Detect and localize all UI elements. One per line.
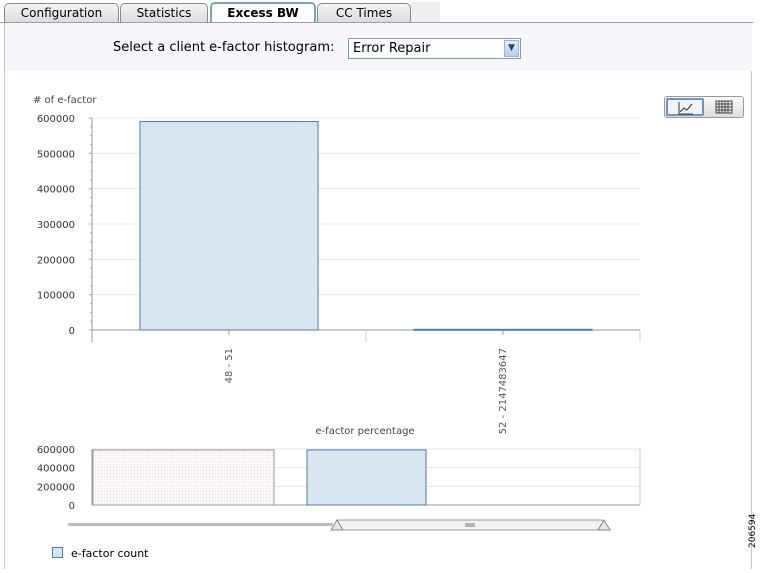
y-tick-label: 300000 bbox=[37, 220, 75, 231]
bar-1 bbox=[139, 121, 319, 331]
tab-bar-filler bbox=[411, 2, 440, 22]
overview-bar-1 bbox=[92, 449, 275, 506]
overview-bar-2 bbox=[306, 449, 427, 506]
histogram-selector-label: Select a client e-factor histogram: bbox=[113, 40, 335, 55]
overview-y-tick-label: 0 bbox=[69, 501, 75, 512]
y-tick-label: 600000 bbox=[37, 114, 75, 125]
legend-swatch bbox=[52, 547, 63, 558]
x-tick-label: 48 - 51 bbox=[224, 348, 235, 383]
overview-title: e-factor percentage bbox=[315, 426, 414, 437]
histogram-select[interactable]: Error Repair ▼ bbox=[348, 38, 521, 59]
y-tick-label: 0 bbox=[69, 326, 75, 337]
chevron-down-icon[interactable]: ▼ bbox=[504, 40, 519, 57]
view-toggle bbox=[664, 96, 744, 118]
table-view-button[interactable] bbox=[706, 98, 744, 116]
y-tick-label: 400000 bbox=[37, 185, 75, 196]
tab-cc-times[interactable]: CC Times bbox=[317, 3, 411, 22]
y-tick-label: 100000 bbox=[37, 291, 75, 302]
tab-excess-bw[interactable]: Excess BW bbox=[210, 2, 316, 23]
histogram-chart: # of e-factor 0 100000 200000 300000 400000 50… bbox=[33, 95, 641, 531]
x-tick-label: 52 - 2147483647 bbox=[498, 348, 509, 434]
line-chart-icon bbox=[678, 102, 693, 115]
line-chart-view-button[interactable] bbox=[666, 98, 704, 116]
figure-id: 206594 bbox=[748, 513, 758, 548]
overview-y-tick-label: 600000 bbox=[37, 445, 75, 456]
legend-label: e-factor count bbox=[71, 547, 149, 560]
y-axis-label: # of e-factor bbox=[33, 95, 97, 106]
slider-track bbox=[68, 523, 333, 526]
overview-y-tick-label: 200000 bbox=[37, 482, 75, 493]
tab-configuration[interactable]: Configuration bbox=[4, 3, 119, 22]
tab-bar: Configuration Statistics Excess BW CC Ti… bbox=[0, 0, 440, 23]
chart-area: # of e-factor 0 100000 200000 300000 400000 50… bbox=[5, 71, 752, 569]
table-icon bbox=[715, 100, 733, 114]
y-tick-label: 500000 bbox=[37, 149, 75, 160]
y-tick-label: 200000 bbox=[37, 255, 75, 266]
overview-y-tick-label: 400000 bbox=[37, 464, 75, 475]
tab-statistics[interactable]: Statistics bbox=[120, 3, 208, 22]
histogram-select-value: Error Repair bbox=[353, 41, 431, 56]
